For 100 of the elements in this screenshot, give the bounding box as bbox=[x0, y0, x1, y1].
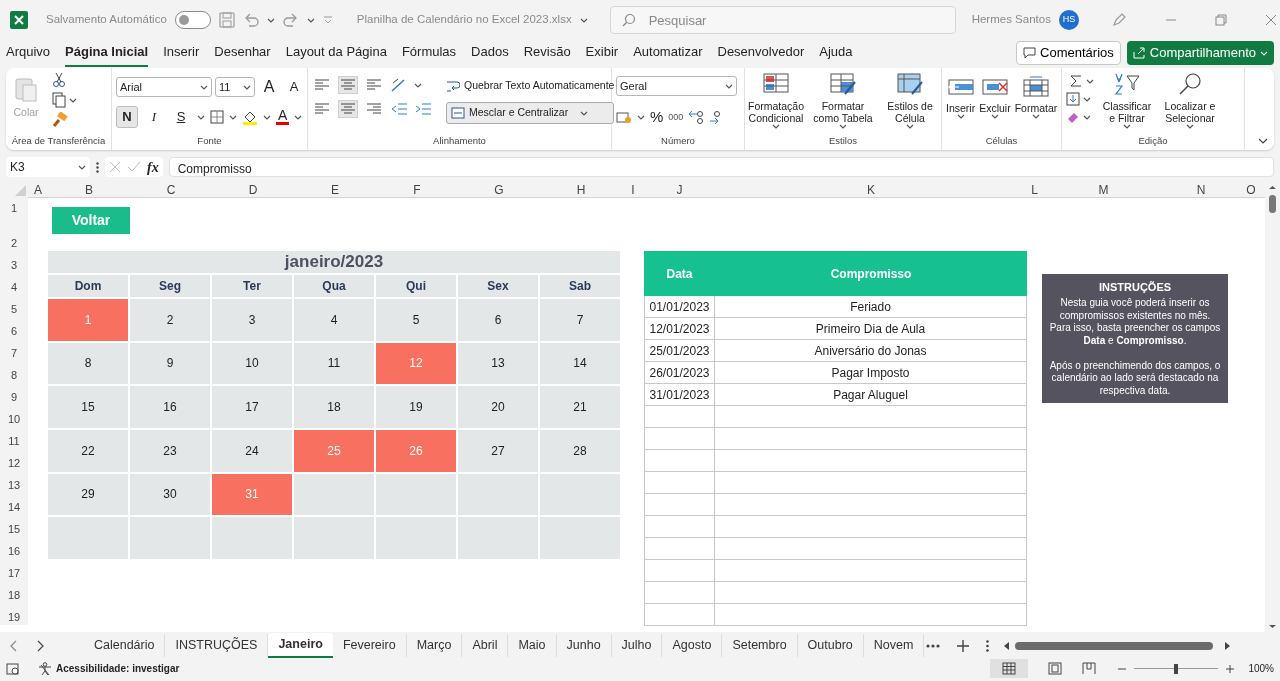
sheet-tab[interactable]: Junho bbox=[556, 634, 612, 657]
merge-center-button[interactable]: Mesclar e Centralizar bbox=[446, 102, 615, 124]
calendar-title: janeiro/2023 bbox=[48, 251, 620, 273]
search-field[interactable]: Pesquisar bbox=[609, 6, 956, 34]
sheet-tab[interactable]: Abril bbox=[462, 634, 509, 657]
thousands-button[interactable]: 000 bbox=[668, 110, 684, 124]
calendar-day: 23 bbox=[130, 430, 210, 472]
column-header: O bbox=[1237, 183, 1265, 198]
calendar-day: 13 bbox=[458, 342, 538, 385]
column-header: D bbox=[212, 183, 294, 198]
menu-tab[interactable]: Inserir bbox=[163, 39, 200, 67]
menu-tab[interactable]: Desenhar bbox=[214, 39, 271, 67]
column-header: F bbox=[376, 183, 458, 198]
menu-tab[interactable]: Exibir bbox=[585, 39, 619, 67]
ribbon-button[interactable]: Formatar como Tabela bbox=[808, 72, 878, 134]
accessibility-status[interactable]: Acessibilidade: investigar bbox=[56, 661, 180, 676]
font-name-select[interactable]: Arial bbox=[116, 77, 212, 97]
date-cell: 26/01/2023 bbox=[644, 362, 715, 384]
font-size-select[interactable]: 11 bbox=[215, 77, 255, 97]
calendar-day: 18 bbox=[294, 386, 374, 428]
appointment-cell: Pagar Imposto bbox=[715, 362, 1027, 384]
calendar-day: 1 bbox=[48, 299, 128, 341]
underline-button[interactable]: S bbox=[170, 106, 192, 128]
name-box[interactable]: K3 bbox=[6, 157, 90, 177]
user-avatar[interactable]: HS bbox=[1058, 10, 1079, 30]
column-header: G bbox=[458, 183, 540, 198]
group-label: Alinhamento bbox=[433, 134, 486, 148]
instructions-title: INSTRUÇÕES bbox=[1097, 281, 1173, 295]
group-label: Edição bbox=[1138, 134, 1168, 148]
column-header: N bbox=[1165, 183, 1237, 198]
calendar-day: 16 bbox=[130, 386, 210, 428]
column-header: H bbox=[540, 183, 622, 198]
menu-tab[interactable]: Página Inicial bbox=[65, 39, 149, 67]
row-header: 10 bbox=[0, 405, 28, 427]
calendar-day: 24 bbox=[212, 430, 292, 472]
menu-tab[interactable]: Layout da Página bbox=[285, 39, 387, 67]
sheet-tab[interactable]: Outubro bbox=[797, 634, 864, 657]
share-button[interactable]: Compartilhamento bbox=[1126, 41, 1274, 65]
calendar-day: 7 bbox=[540, 299, 620, 341]
calendar-day: 3 bbox=[212, 299, 292, 341]
calendar-day: 21 bbox=[540, 386, 620, 428]
comments-button[interactable]: Comentários bbox=[1016, 41, 1121, 65]
row-header: 14 bbox=[0, 493, 28, 515]
sheet-tab[interactable]: Janeiro bbox=[268, 633, 333, 658]
formula-field[interactable]: Compromisso bbox=[168, 157, 1274, 177]
wrap-text-button[interactable]: Quebrar Texto Automaticamente bbox=[446, 76, 615, 96]
column-header: C bbox=[130, 183, 212, 198]
ribbon-button[interactable]: Classificar e Filtrar bbox=[1102, 72, 1152, 134]
sheet-tab[interactable]: Agosto bbox=[662, 634, 723, 657]
percent-button[interactable]: % bbox=[650, 106, 664, 129]
row-header: 19 bbox=[0, 603, 28, 625]
bold-button[interactable]: N bbox=[116, 106, 138, 128]
menu-tab[interactable]: Automatizar bbox=[633, 39, 703, 67]
column-header: A bbox=[28, 183, 48, 198]
sheet-tab[interactable]: Novem bbox=[863, 634, 925, 657]
calendar-day: 29 bbox=[48, 473, 128, 516]
calendar-day: 15 bbox=[48, 386, 128, 428]
sheet-tab[interactable]: Maio bbox=[508, 634, 557, 657]
font-color-button[interactable]: A bbox=[276, 109, 290, 125]
column-header: E bbox=[294, 183, 376, 198]
date-cell: 25/01/2023 bbox=[644, 340, 715, 362]
italic-button[interactable]: I bbox=[143, 106, 165, 128]
ribbon-button[interactable]: Formatar bbox=[1014, 72, 1058, 134]
menu-tab[interactable]: Dados bbox=[471, 39, 509, 67]
row-header: 18 bbox=[0, 581, 28, 603]
sheet-tab[interactable]: Setembro bbox=[722, 634, 798, 657]
sheet-tab[interactable]: Fevereiro bbox=[332, 634, 407, 657]
calendar-day: 8 bbox=[48, 342, 128, 385]
instructions-text: Nesta guia você poderá inserir os compromissos existentes no mês. Para isso, basta preencher os campos Data e Compromisso. bbox=[1048, 297, 1222, 348]
ribbon-button[interactable]: Excluir bbox=[979, 72, 1011, 134]
column-header: B bbox=[48, 183, 130, 198]
weekday-header: Sab bbox=[540, 275, 620, 297]
menu-tab[interactable]: Ajuda bbox=[819, 39, 853, 67]
menu-tab[interactable]: Fórmulas bbox=[401, 39, 457, 67]
autosave-label: Salvamento Automático bbox=[46, 12, 167, 28]
column-header: M bbox=[1042, 183, 1165, 198]
sheet-tab[interactable]: Calendário bbox=[84, 634, 166, 657]
zoom-level[interactable]: 100% bbox=[1248, 661, 1274, 676]
increase-font-button[interactable]: A bbox=[258, 76, 280, 98]
ribbon-button[interactable]: Localizar e Selecionar bbox=[1160, 72, 1220, 134]
ribbon-button[interactable]: Inserir bbox=[946, 72, 976, 134]
menu-tab[interactable]: Arquivo bbox=[6, 39, 51, 67]
ribbon-button[interactable]: Estilos de Célula bbox=[884, 72, 936, 134]
group-label: Estilos bbox=[829, 134, 857, 148]
row-header: 16 bbox=[0, 537, 28, 559]
calendar-day: 12 bbox=[376, 342, 456, 385]
user-name: Hermes Santos bbox=[971, 12, 1051, 28]
menu-tab[interactable]: Desenvolvedor bbox=[717, 39, 805, 67]
sheet-tab[interactable]: Julho bbox=[611, 634, 663, 657]
row-header: 4 bbox=[0, 273, 28, 295]
calendar-day: 4 bbox=[294, 299, 374, 341]
calendar-day: 14 bbox=[540, 342, 620, 385]
weekday-header: Ter bbox=[212, 275, 292, 297]
number-format-select[interactable]: Geral bbox=[616, 76, 737, 96]
row-header: 2 bbox=[0, 216, 28, 251]
calendar-day: 6 bbox=[458, 299, 538, 341]
sheet-tab[interactable]: Março bbox=[406, 634, 463, 657]
ribbon-button[interactable]: Formatação Condicional bbox=[750, 72, 802, 134]
decrease-font-button[interactable]: A bbox=[283, 76, 305, 98]
menu-tab[interactable]: Revisão bbox=[523, 39, 571, 67]
